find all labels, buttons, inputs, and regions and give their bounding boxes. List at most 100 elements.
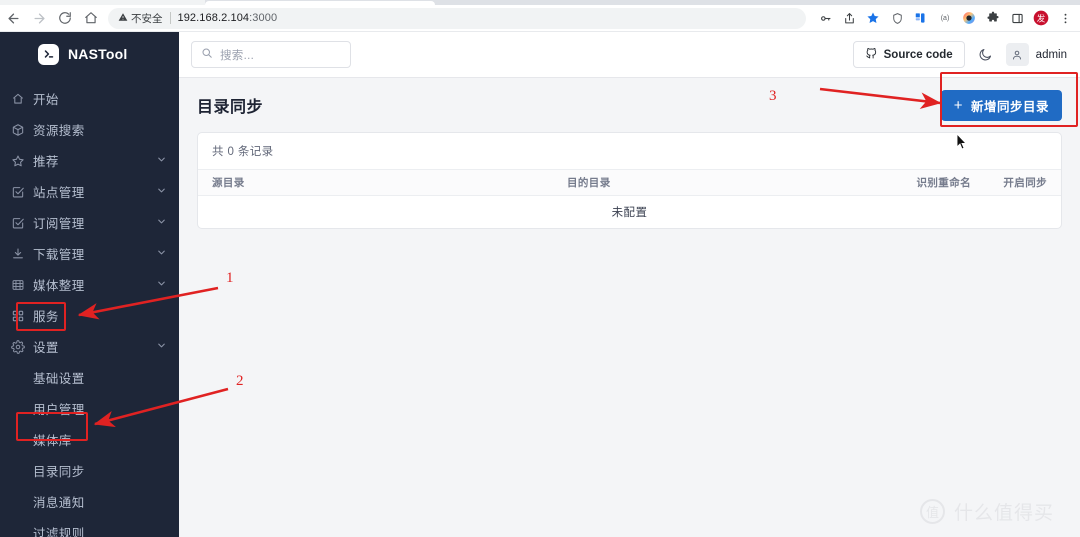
svg-text:发: 发 <box>1037 12 1046 24</box>
sidebar-label: 用户管理 <box>33 403 85 417</box>
sidebar-item-basic-settings[interactable]: 基础设置 <box>0 362 179 393</box>
record-count: 共 0 条记录 <box>212 146 274 158</box>
home-icon[interactable] <box>78 6 104 30</box>
dark-mode-moon-icon[interactable] <box>978 47 993 62</box>
browser-window: 不安全 192.168.2.104:3000 (a) 发 NASTool 开始 … <box>0 0 1080 537</box>
accessibility-icon[interactable]: (a) <box>934 7 956 29</box>
sidebar-nav: 开始 资源搜索 推荐 站点管理 订阅管理 下载管理 媒体整理 服务 设置 基础设… <box>0 83 179 537</box>
main-content: 搜索... Source code admin 目录同步 + 新增同步目录 共 … <box>179 32 1080 537</box>
page-viewport: NASTool 开始 资源搜索 推荐 站点管理 订阅管理 下载管理 媒体整理 服… <box>0 32 1080 537</box>
watermark-text: 什么值得买 <box>953 503 1054 524</box>
sidebar-label: 订阅管理 <box>33 217 85 231</box>
search-icon <box>201 46 213 64</box>
sidebar-label: 目录同步 <box>33 465 85 479</box>
browser-toolbar: 不安全 192.168.2.104:3000 (a) 发 <box>0 5 1080 32</box>
app-header: 搜索... Source code admin <box>179 32 1080 78</box>
address-bar[interactable]: 不安全 192.168.2.104:3000 <box>108 7 806 29</box>
column-header-enable-sync: 开启同步 <box>1003 177 1047 189</box>
watermark: 值 什么值得买 <box>919 498 1054 525</box>
checkbox-icon <box>11 216 33 230</box>
sidebar-item-message-notification[interactable]: 消息通知 <box>0 486 179 517</box>
page-header-actions: + 新增同步目录 <box>940 89 1062 121</box>
column-header-target-dir: 目的目录 <box>567 177 611 189</box>
omnibox-divider <box>169 12 171 24</box>
sidebar-item-media-library[interactable]: 媒体库 <box>0 424 179 455</box>
sidebar-label: 站点管理 <box>33 186 85 200</box>
home-icon <box>11 92 33 106</box>
sidebar-label: 消息通知 <box>33 496 85 510</box>
sidebar-label: 媒体整理 <box>33 279 85 293</box>
sidebar-item-settings[interactable]: 设置 <box>0 331 179 362</box>
sidebar-item-download-management[interactable]: 下载管理 <box>0 238 179 269</box>
table-empty-state: 未配置 <box>611 207 648 219</box>
box-icon <box>11 123 33 137</box>
nastool-logo-icon <box>38 43 59 65</box>
column-header-rename: 识别重命名 <box>916 177 971 189</box>
app-brand-label: NASTool <box>68 46 128 62</box>
chevron-down-icon <box>156 185 167 199</box>
sidebar-label: 资源搜索 <box>33 124 85 138</box>
sidebar-item-user-management[interactable]: 用户管理 <box>0 393 179 424</box>
avatar <box>1005 43 1029 66</box>
add-sync-directory-label: 新增同步目录 <box>970 99 1049 114</box>
sidebar-item-start[interactable]: 开始 <box>0 83 179 114</box>
reload-icon[interactable] <box>52 6 78 30</box>
source-code-button[interactable]: Source code <box>852 41 965 68</box>
sidebar-item-directory-sync[interactable]: 目录同步 <box>0 455 179 486</box>
url-text: 192.168.2.104:3000 <box>177 12 278 24</box>
sidebar-label: 推荐 <box>33 155 59 169</box>
key-icon[interactable] <box>814 7 836 29</box>
search-input[interactable]: 搜索... <box>191 41 351 68</box>
apps-grid-icon <box>11 309 33 323</box>
back-icon[interactable] <box>0 6 26 30</box>
mouse-cursor <box>956 132 968 156</box>
chevron-down-icon <box>156 340 167 354</box>
sidebar-label: 过滤规则 <box>33 527 85 537</box>
chevron-down-icon <box>156 154 167 168</box>
side-panel-icon[interactable] <box>1006 7 1028 29</box>
extensions-puzzle-icon[interactable] <box>982 7 1004 29</box>
download-icon <box>11 247 33 261</box>
search-placeholder: 搜索... <box>220 49 255 62</box>
sidebar-item-media-organize[interactable]: 媒体整理 <box>0 269 179 300</box>
shield-icon[interactable] <box>886 7 908 29</box>
security-label: 不安全 <box>131 12 163 25</box>
source-code-label: Source code <box>883 48 953 61</box>
reading-list-icon[interactable] <box>910 7 932 29</box>
share-icon[interactable] <box>838 7 860 29</box>
toolbar-actions: (a) 发 <box>814 7 1080 29</box>
forward-icon[interactable] <box>26 6 52 30</box>
page-header: 目录同步 + 新增同步目录 <box>191 78 1068 132</box>
sidebar-label: 基础设置 <box>33 372 85 386</box>
bookmark-star-icon[interactable] <box>862 7 884 29</box>
warning-triangle-icon <box>118 12 128 25</box>
app-brand[interactable]: NASTool <box>0 32 179 76</box>
user-name-label: admin <box>1035 48 1067 61</box>
watermark-logo-icon: 值 <box>919 499 945 524</box>
color-wheel-icon[interactable] <box>958 7 980 29</box>
security-status[interactable]: 不安全 <box>118 11 163 26</box>
sidebar: NASTool 开始 资源搜索 推荐 站点管理 订阅管理 下载管理 媒体整理 服… <box>0 32 179 537</box>
sidebar-item-resource-search[interactable]: 资源搜索 <box>0 114 179 145</box>
card-header: 共 0 条记录 <box>198 133 1061 169</box>
more-menu-icon[interactable] <box>1054 7 1076 29</box>
column-header-source-dir: 源目录 <box>212 177 245 189</box>
chevron-down-icon <box>156 216 167 230</box>
chevron-down-icon <box>156 247 167 261</box>
user-menu[interactable]: admin <box>1005 43 1067 66</box>
sidebar-item-site-management[interactable]: 站点管理 <box>0 176 179 207</box>
profile-avatar-icon[interactable]: 发 <box>1030 7 1052 29</box>
sidebar-item-subscription-management[interactable]: 订阅管理 <box>0 207 179 238</box>
sidebar-item-recommend[interactable]: 推荐 <box>0 145 179 176</box>
checkbox-icon <box>11 185 33 199</box>
add-sync-directory-button[interactable]: + 新增同步目录 <box>940 89 1062 121</box>
sidebar-item-filter-rules[interactable]: 过滤规则 <box>0 517 179 537</box>
plus-icon: + <box>953 96 963 114</box>
star-icon <box>11 154 33 168</box>
sidebar-item-services[interactable]: 服务 <box>0 300 179 331</box>
sidebar-label: 服务 <box>33 310 59 324</box>
sidebar-label: 开始 <box>33 93 59 107</box>
directory-sync-page: 目录同步 + 新增同步目录 共 0 条记录 源目录 目的目录 识别重命名 开启同… <box>179 78 1080 229</box>
app-header-actions: Source code admin <box>852 41 1067 68</box>
sidebar-label: 设置 <box>33 341 59 355</box>
